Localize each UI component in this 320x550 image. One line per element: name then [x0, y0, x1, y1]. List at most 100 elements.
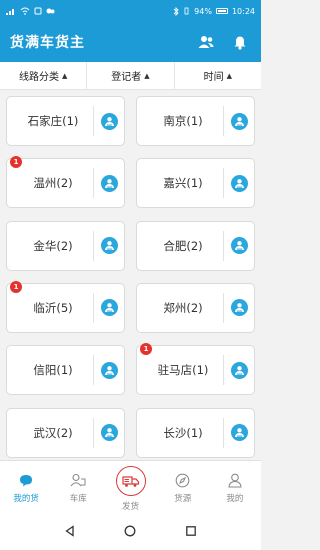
route-card-label: 金华(2): [33, 238, 73, 253]
wifi-icon: [20, 7, 30, 15]
app-bar: 货满车货主: [0, 22, 261, 62]
tab-label: 我的货: [13, 494, 39, 504]
people-icon: [198, 36, 214, 48]
person-icon: [100, 174, 118, 192]
battery-icon: [215, 8, 228, 14]
filter-bar: 线路分类 ▲ 登记者 ▲ 时间 ▲: [0, 62, 261, 90]
route-card[interactable]: 嘉兴(1): [136, 158, 255, 209]
unread-badge: 1: [10, 280, 22, 293]
route-card[interactable]: 石家庄(1): [6, 96, 125, 146]
registrant-button[interactable]: [224, 174, 254, 192]
caret-up-icon: ▲: [144, 71, 150, 80]
battery-percent: 94%: [194, 6, 212, 16]
notification-icon: [34, 7, 42, 15]
tab-label: 发货: [121, 502, 139, 512]
route-card[interactable]: 南京(1): [136, 96, 255, 146]
chat-bubble-icon: [18, 472, 34, 488]
message-icon: [46, 8, 55, 14]
route-card-label: 长沙(1): [163, 425, 203, 440]
route-card[interactable]: 武汉(2): [6, 407, 125, 458]
registrant-button[interactable]: [224, 237, 254, 255]
route-card-label: 石家庄(1): [27, 114, 79, 128]
registrant-button[interactable]: [94, 361, 124, 379]
route-card[interactable]: 1 临沂(5): [6, 280, 125, 333]
filter-registrant[interactable]: 登记者 ▲: [87, 62, 175, 89]
tab-label: 车库: [69, 494, 87, 504]
route-card-label: 南京(1): [163, 114, 203, 128]
profile-icon: [227, 472, 243, 488]
route-card-label: 临沂(5): [33, 300, 73, 315]
person-icon: [230, 237, 248, 255]
person-icon: [230, 174, 248, 192]
bluetooth-icon: [173, 6, 179, 16]
registrant-button[interactable]: [94, 174, 124, 192]
notifications-button[interactable]: [229, 31, 251, 53]
home-icon[interactable]: [124, 525, 136, 537]
route-card-label: 武汉(2): [33, 425, 73, 440]
route-card[interactable]: 信阳(1): [6, 345, 125, 396]
truck-icon: [115, 466, 146, 496]
person-icon: [230, 112, 248, 130]
tab-cargo-source[interactable]: 货源: [157, 461, 209, 512]
bottom-tab-bar: 我的货 车库 发货 货源 我的: [0, 460, 261, 512]
route-card[interactable]: 合肥(2): [136, 220, 255, 271]
person-icon: [100, 299, 118, 317]
route-card-label: 信阳(1): [33, 363, 73, 378]
filter-label: 线路分类: [18, 72, 59, 83]
contacts-button[interactable]: [195, 31, 217, 53]
person-icon: [100, 424, 118, 442]
registrant-button[interactable]: [94, 237, 124, 255]
app-title: 货满车货主: [10, 35, 85, 51]
tab-garage[interactable]: 车库: [52, 461, 104, 512]
registrant-button[interactable]: [224, 424, 254, 442]
clock: 10:24: [231, 6, 255, 16]
route-card-label: 合肥(2): [163, 238, 203, 253]
route-card-label: 郑州(2): [163, 300, 203, 315]
caret-up-icon: ▲: [61, 71, 68, 80]
filter-time[interactable]: 时间 ▲: [175, 62, 261, 89]
person-icon: [100, 112, 118, 130]
route-card[interactable]: 1 驻马店(1): [136, 343, 255, 396]
route-card-label: 温州(2): [33, 176, 73, 191]
route-card[interactable]: 1 温州(2): [6, 156, 125, 209]
tab-label: 货源: [174, 494, 192, 504]
tab-my-goods[interactable]: 我的货: [0, 461, 52, 512]
vibrate-icon: [184, 7, 189, 15]
person-icon: [230, 361, 248, 379]
tab-ship[interactable]: 发货: [104, 461, 156, 512]
status-right: 94% 10:24: [173, 6, 255, 16]
filter-label: 时间: [203, 72, 224, 83]
person-icon: [230, 424, 248, 442]
signal-icon: [6, 9, 14, 15]
tab-me[interactable]: 我的: [209, 461, 261, 512]
route-card[interactable]: 金华(2): [6, 220, 125, 271]
route-card[interactable]: 长沙(1): [136, 407, 255, 458]
filter-label: 登记者: [111, 72, 142, 83]
status-left: [6, 7, 55, 15]
registrant-button[interactable]: [224, 112, 254, 130]
bell-icon: [234, 36, 246, 50]
registrant-button[interactable]: [224, 361, 254, 379]
status-bar: 94% 10:24: [0, 0, 261, 22]
garage-icon: [70, 472, 86, 488]
person-icon: [100, 237, 118, 255]
back-icon[interactable]: [64, 525, 76, 537]
registrant-button[interactable]: [94, 112, 124, 130]
unread-badge: 1: [140, 343, 152, 356]
compass-icon: [175, 472, 191, 488]
registrant-button[interactable]: [94, 424, 124, 442]
person-icon: [100, 361, 118, 379]
tab-label: 我的: [226, 494, 244, 504]
unread-badge: 1: [10, 156, 22, 169]
recents-icon[interactable]: [185, 525, 197, 537]
route-card-label: 驻马店(1): [157, 363, 209, 378]
caret-up-icon: ▲: [226, 71, 233, 80]
route-card-label: 嘉兴(1): [163, 176, 203, 191]
registrant-button[interactable]: [94, 299, 124, 317]
route-card-grid: 石家庄(1) 南京(1) 1 温州(2) 嘉兴(1) 金华(2) 合肥(2) 1 临沂(5) 郑州…: [6, 96, 255, 458]
route-card[interactable]: 郑州(2): [136, 282, 255, 333]
person-icon: [230, 299, 248, 317]
system-nav-bar: [0, 512, 261, 550]
filter-route-category[interactable]: 线路分类 ▲: [0, 62, 88, 89]
registrant-button[interactable]: [224, 299, 254, 317]
